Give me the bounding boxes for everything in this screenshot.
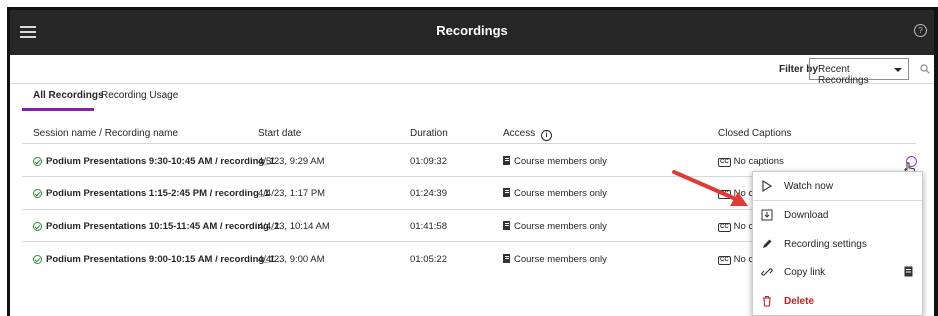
check-circle-icon: [33, 189, 42, 198]
tab-recording-usage[interactable]: Recording Usage: [101, 90, 178, 101]
pencil-icon: [763, 239, 772, 248]
recording-context-menu: Watch now Download Recording settings Co…: [752, 171, 923, 316]
download-icon: [761, 209, 773, 221]
menu-item-watch-now[interactable]: Watch now: [753, 172, 922, 200]
trash-icon: [763, 295, 771, 307]
menu-item-delete[interactable]: Delete: [753, 287, 922, 315]
document-icon: [503, 156, 510, 165]
access: Course members only: [503, 156, 607, 167]
check-circle-icon: [33, 222, 42, 231]
recording-name[interactable]: Podium Presentations 10:15-11:45 AM / re…: [33, 221, 280, 232]
start-date: 4/4/23, 1:17 PM: [258, 188, 326, 199]
document-icon: [503, 188, 510, 197]
closed-captions-icon: CC: [718, 256, 731, 265]
page-title: Recordings: [436, 23, 508, 38]
access: Course members only: [503, 221, 607, 232]
column-header-start-date[interactable]: Start date: [258, 128, 301, 139]
duration: 01:41:58: [410, 221, 447, 232]
column-header-closed-captions[interactable]: Closed Captions: [718, 128, 791, 139]
closed-captions-icon: CC: [718, 158, 731, 167]
start-date: 4/5/23, 9:29 AM: [258, 156, 325, 167]
duration: 01:24:39: [410, 188, 447, 199]
tab-all-recordings[interactable]: All Recordings: [33, 90, 104, 101]
filter-select[interactable]: Recent Recordings: [809, 58, 909, 86]
duration: 01:09:32: [410, 156, 447, 167]
start-date: 4/4/23, 10:14 AM: [258, 221, 330, 232]
column-header-duration[interactable]: Duration: [410, 128, 448, 139]
column-header-access-label: Access: [503, 128, 536, 139]
column-header-access[interactable]: Access i: [503, 128, 553, 141]
closed-captions-icon: CC: [718, 223, 731, 232]
active-tab-indicator: [22, 108, 94, 111]
recording-name[interactable]: Podium Presentations 9:00-10:15 AM / rec…: [33, 254, 275, 265]
search-icon[interactable]: [920, 64, 930, 74]
access: Course members only: [503, 188, 607, 199]
recording-name[interactable]: Podium Presentations 1:15-2:45 PM / reco…: [33, 188, 269, 199]
access: Course members only: [503, 254, 607, 265]
document-icon: [904, 266, 913, 277]
filter-select-value: Recent Recordings: [818, 64, 869, 86]
menu-item-download[interactable]: Download: [753, 201, 922, 229]
info-icon[interactable]: i: [541, 130, 553, 141]
duration: 01:05:22: [410, 254, 447, 265]
closed-captions-icon: CC: [718, 190, 731, 199]
menu-item-copy-link[interactable]: Copy link: [753, 258, 922, 286]
start-date: 4/4/23, 9:00 AM: [258, 254, 325, 265]
document-icon: [503, 254, 510, 263]
column-header-name[interactable]: Session name / Recording name: [33, 128, 178, 139]
caret-down-icon: [894, 68, 902, 72]
link-icon: [761, 268, 773, 276]
closed-captions: CC No captions: [718, 156, 784, 167]
check-circle-icon: [33, 157, 42, 166]
play-icon: [762, 180, 773, 192]
help-icon[interactable]: ?: [914, 24, 927, 37]
check-circle-icon: [33, 255, 42, 264]
filter-bar: Filter by Recent Recordings: [10, 55, 934, 86]
app-header: Recordings ?: [10, 10, 934, 55]
recording-name[interactable]: Podium Presentations 9:30-10:45 AM / rec…: [33, 156, 275, 167]
document-icon: [503, 221, 510, 230]
menu-item-recording-settings[interactable]: Recording settings: [753, 230, 922, 258]
